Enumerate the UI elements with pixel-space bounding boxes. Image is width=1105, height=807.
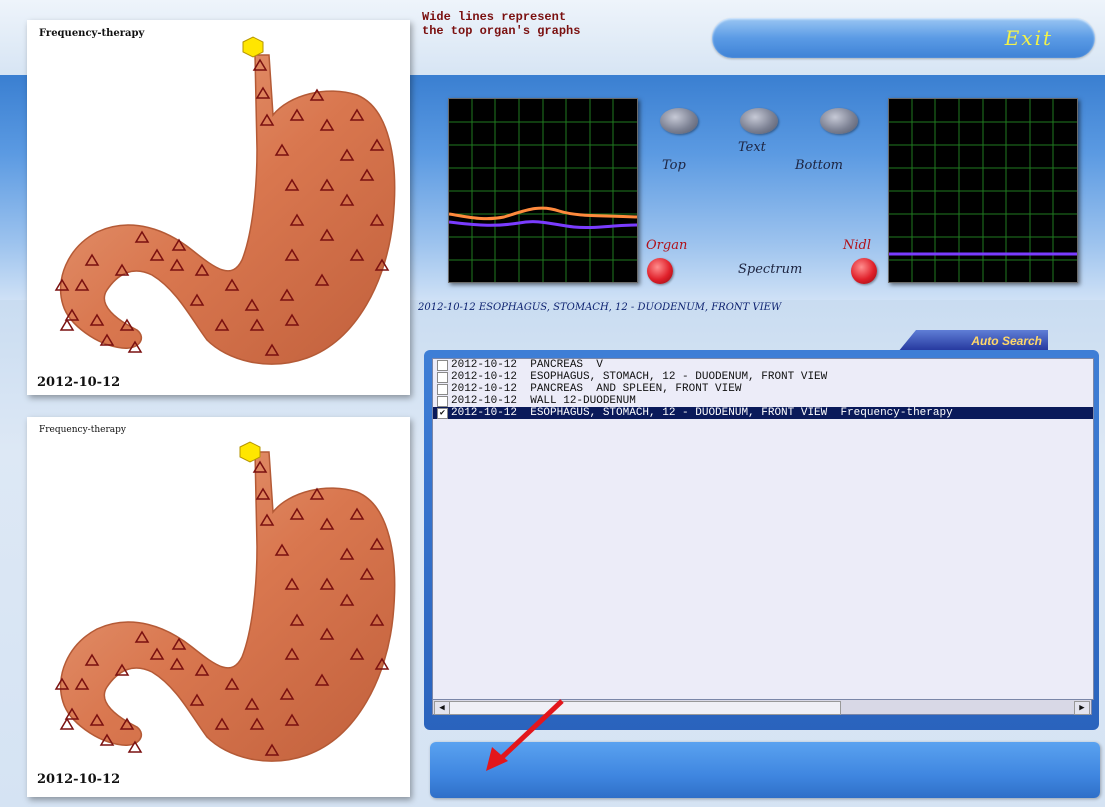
organ-image-panel-bottom[interactable]: Frequency-therapy 2012-10-12: [27, 417, 410, 797]
auto-search-button[interactable]: Auto Search: [898, 330, 1048, 352]
red-arrow-icon: [486, 699, 564, 771]
panel-date: 2012-10-12: [37, 375, 121, 390]
spectrum-label: Spectrum: [738, 262, 803, 277]
list-item[interactable]: 2012-10-12 PANCREAS V: [433, 359, 1093, 371]
graph-note-line1: Wide lines represent: [422, 10, 567, 24]
scroll-right-icon[interactable]: ▶: [1074, 701, 1090, 715]
stomach-image: [54, 36, 396, 365]
current-record-caption: 2012-10-12 ESOPHAGUS, STOMACH, 12 - DUOD…: [418, 302, 782, 313]
list-item-text: 2012-10-12 PANCREAS AND SPLEEN, FRONT VI…: [451, 383, 742, 395]
nidl-label: Nidl: [843, 238, 872, 253]
list-item-text: 2012-10-12 ESOPHAGUS, STOMACH, 12 - DUOD…: [451, 407, 953, 419]
list-item-selected[interactable]: ✔ 2012-10-12 ESOPHAGUS, STOMACH, 12 - DU…: [433, 407, 1093, 419]
record-list[interactable]: 2012-10-12 PANCREAS V 2012-10-12 ESOPHAG…: [432, 358, 1094, 700]
row-checkbox-checked[interactable]: ✔: [437, 407, 448, 419]
bottom-button[interactable]: [820, 108, 858, 134]
row-checkbox[interactable]: [437, 371, 448, 383]
list-item[interactable]: 2012-10-12 WALL 12-DUODENUM: [433, 395, 1093, 407]
organ-graph-left: [448, 98, 638, 283]
row-checkbox[interactable]: [437, 395, 448, 407]
row-checkbox[interactable]: [437, 359, 448, 371]
organ-graph-svg: [448, 99, 638, 282]
organ-image-panel-top[interactable]: Frequency-therapy 2012-10-12: [27, 20, 410, 395]
organ-button[interactable]: [647, 258, 673, 284]
organ-graph-right: [888, 98, 1078, 283]
text-button[interactable]: [740, 108, 778, 134]
list-item[interactable]: 2012-10-12 PANCREAS AND SPLEEN, FRONT VI…: [433, 383, 1093, 395]
graph-note: Wide lines represent the top organ's gra…: [422, 10, 580, 38]
stomach-image: [54, 441, 396, 762]
text-label: Text: [738, 140, 766, 155]
organ-label: Organ: [646, 238, 688, 253]
bottom-label: Bottom: [795, 158, 843, 173]
nidl-button[interactable]: [851, 258, 877, 284]
panel-date: 2012-10-12: [37, 772, 121, 787]
list-item-text: 2012-10-12 PANCREAS V: [451, 359, 603, 371]
graph-note-line2: the top organ's graphs: [422, 24, 581, 38]
spectrum-graph-svg: [889, 99, 1077, 282]
list-item-text: 2012-10-12 ESOPHAGUS, STOMACH, 12 - DUOD…: [451, 371, 828, 383]
list-item-text: 2012-10-12 WALL 12-DUODENUM: [451, 395, 636, 407]
list-item[interactable]: 2012-10-12 ESOPHAGUS, STOMACH, 12 - DUOD…: [433, 371, 1093, 383]
top-button[interactable]: [660, 108, 698, 134]
exit-button[interactable]: Exit: [712, 18, 1095, 58]
exit-button-label: Exit: [1004, 26, 1053, 50]
top-label: Top: [662, 158, 686, 173]
row-checkbox[interactable]: [437, 383, 448, 395]
scroll-left-icon[interactable]: ◀: [434, 701, 450, 715]
